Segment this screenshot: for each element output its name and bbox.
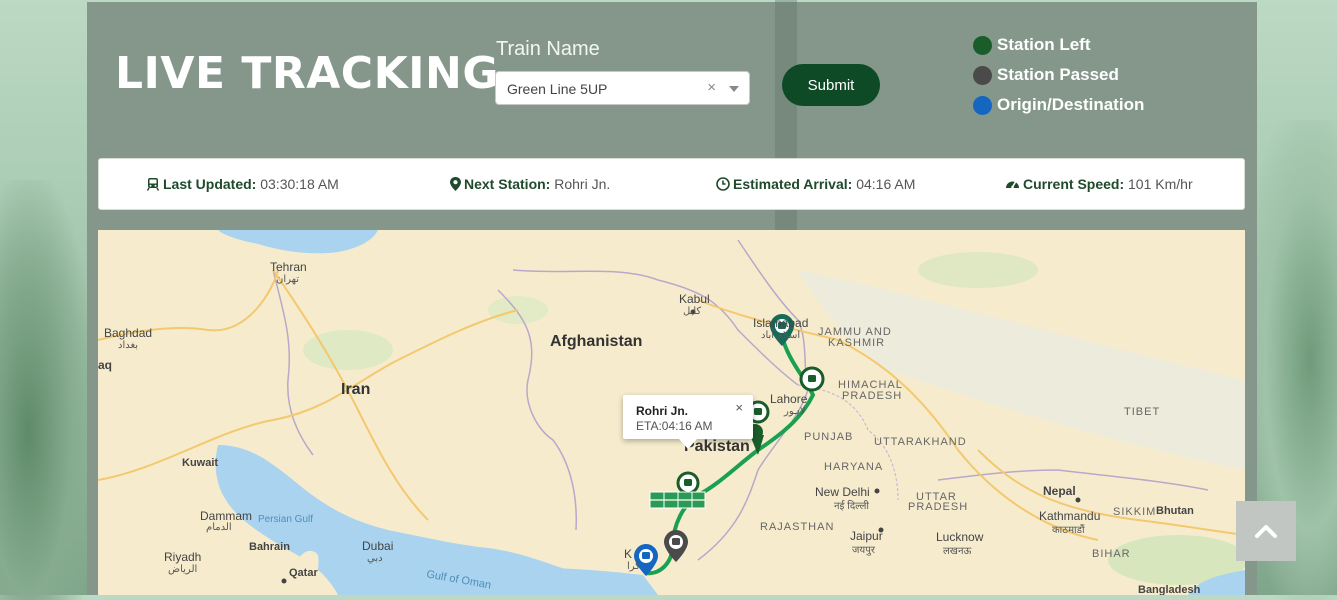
next-station-label: Next Station: — [464, 176, 551, 192]
map-label-tehran-local: تهران — [276, 274, 300, 285]
chevron-up-icon — [1255, 525, 1277, 538]
legend-station-left: Station Left — [973, 30, 1144, 60]
map-label-sikkim: SIKKIM — [1113, 506, 1157, 518]
station-passed-dot-icon — [973, 65, 992, 85]
scroll-to-top-button[interactable] — [1236, 501, 1296, 561]
station-popup: Rohri Jn. ETA:04:16 AM × — [623, 395, 753, 449]
map-label-nepal: Nepal — [1043, 484, 1076, 498]
last-updated: Last Updated: 03:30:18 AM — [146, 176, 339, 192]
map-label-himachal-pradesh: PRADESH — [842, 390, 903, 402]
map-label-iraq: aq — [98, 358, 113, 372]
background-blur-left — [0, 180, 95, 600]
map-label-iran: Iran — [341, 381, 371, 398]
page-title: LIVE TRACKING — [115, 48, 499, 99]
map-label-baghdad: Baghdad — [104, 326, 153, 340]
map-label-karachi: K — [624, 547, 633, 561]
map-label-tehran: Tehran — [270, 260, 307, 274]
map-label-kathmandu: Kathmandu — [1039, 509, 1101, 523]
map-label-dubai-local: دبي — [367, 553, 383, 564]
next-station-value: Rohri Jn. — [554, 176, 611, 192]
map-label-haryana: HARYANA — [824, 461, 884, 473]
next-station: Next Station: Rohri Jn. — [450, 176, 610, 192]
map-marker-icon — [450, 177, 461, 191]
estimated-arrival-label: Estimated Arrival: — [733, 176, 853, 192]
legend-origin-destination: Origin/Destination — [973, 90, 1144, 120]
legend: Station Left Station Passed Origin/Desti… — [973, 30, 1144, 120]
train-position-icon[interactable] — [649, 491, 706, 509]
map-label-new-delhi-local: नई दिल्ली — [834, 501, 870, 512]
map-label-dammam-local: الدمام — [206, 522, 232, 533]
map-label-kabul: Kabul — [679, 292, 710, 306]
map-label-kashmir: KASHMIR — [828, 337, 886, 349]
close-icon[interactable]: × — [735, 400, 743, 415]
legend-label: Station Left — [997, 35, 1091, 54]
clear-selection-icon[interactable]: × — [707, 79, 716, 96]
train-select[interactable]: Green Line 5UP × — [495, 71, 750, 105]
map-label-dubai: Dubai — [362, 539, 394, 553]
map-label-karachi-local: کرا — [627, 561, 641, 572]
route-map[interactable]: Tehran تهران Baghdad بغداد aq Iran Afgha… — [98, 230, 1245, 595]
last-updated-label: Last Updated: — [163, 176, 257, 192]
last-updated-value: 03:30:18 AM — [260, 176, 339, 192]
legend-label: Origin/Destination — [997, 95, 1145, 114]
map-label-riyadh: Riyadh — [164, 550, 202, 564]
map-label-uttar-pradesh: PRADESH — [908, 501, 969, 513]
current-speed-value: 101 Km/hr — [1128, 176, 1193, 192]
submit-button[interactable]: Submit — [782, 64, 880, 106]
map-label-afghanistan: Afghanistan — [550, 333, 643, 350]
map-label-islamabad: Islamabad — [753, 316, 809, 330]
map-label-rajasthan: RAJASTHAN — [760, 521, 835, 533]
train-select-value: Green Line 5UP — [507, 81, 608, 97]
map-label-bangladesh: Bangladesh — [1138, 584, 1201, 595]
station-marker-lahore[interactable] — [799, 366, 825, 392]
map-label-persian-gulf: Persian Gulf — [258, 514, 314, 525]
map-label-tibet: TIBET — [1124, 406, 1161, 418]
legend-label: Station Passed — [997, 65, 1119, 84]
map-label-qatar: Qatar — [289, 567, 318, 579]
map-label-uttarakhand: UTTARAKHAND — [874, 436, 967, 448]
map-label-bhutan: Bhutan — [1156, 505, 1194, 517]
map-label-jaipur-local: जयपुर — [852, 545, 875, 556]
origin-destination-dot-icon — [973, 95, 992, 115]
map-label-new-delhi: New Delhi — [815, 485, 870, 499]
map-label-kathmandu-local: काठमाडौं — [1052, 525, 1085, 536]
station-left-dot-icon — [973, 35, 992, 55]
estimated-arrival: Estimated Arrival: 04:16 AM — [716, 176, 915, 192]
speedometer-icon — [1006, 181, 1019, 189]
popup-title: Rohri Jn. — [636, 404, 689, 418]
train-name-label: Train Name — [496, 38, 600, 60]
map-label-jaipur: Jaipur — [850, 529, 883, 543]
map-label-bihar: BIHAR — [1092, 548, 1131, 560]
chevron-down-icon[interactable] — [729, 86, 739, 92]
estimated-arrival-value: 04:16 AM — [856, 176, 916, 192]
map-label-lahore-local: لاہور — [784, 406, 806, 417]
map-label-baghdad-local: بغداد — [118, 340, 139, 351]
map-label-kabul-local: کابل — [683, 306, 702, 317]
train-icon — [146, 178, 160, 191]
popup-eta: ETA:04:16 AM — [636, 419, 713, 433]
map-label-punjab: PUNJAB — [804, 431, 854, 443]
map-label-bahrain: Bahrain — [249, 541, 290, 553]
map-label-kuwait: Kuwait — [182, 457, 219, 469]
current-speed-label: Current Speed: — [1023, 176, 1125, 192]
map-label-lahore: Lahore — [770, 392, 808, 406]
station-marker-rohri[interactable] — [676, 471, 700, 495]
clock-icon — [716, 177, 730, 191]
legend-station-passed: Station Passed — [973, 60, 1144, 90]
info-bar: Last Updated: 03:30:18 AM Next Station: … — [98, 158, 1245, 210]
map-label-dammam: Dammam — [200, 509, 253, 523]
current-speed: Current Speed: 101 Km/hr — [1005, 176, 1193, 192]
map-label-lucknow: Lucknow — [936, 530, 984, 544]
map-label-lucknow-local: लखनऊ — [943, 546, 972, 557]
map-label-islamabad-local: اسلام آباد — [761, 330, 801, 341]
map-label-riyadh-local: الرياض — [168, 564, 198, 575]
